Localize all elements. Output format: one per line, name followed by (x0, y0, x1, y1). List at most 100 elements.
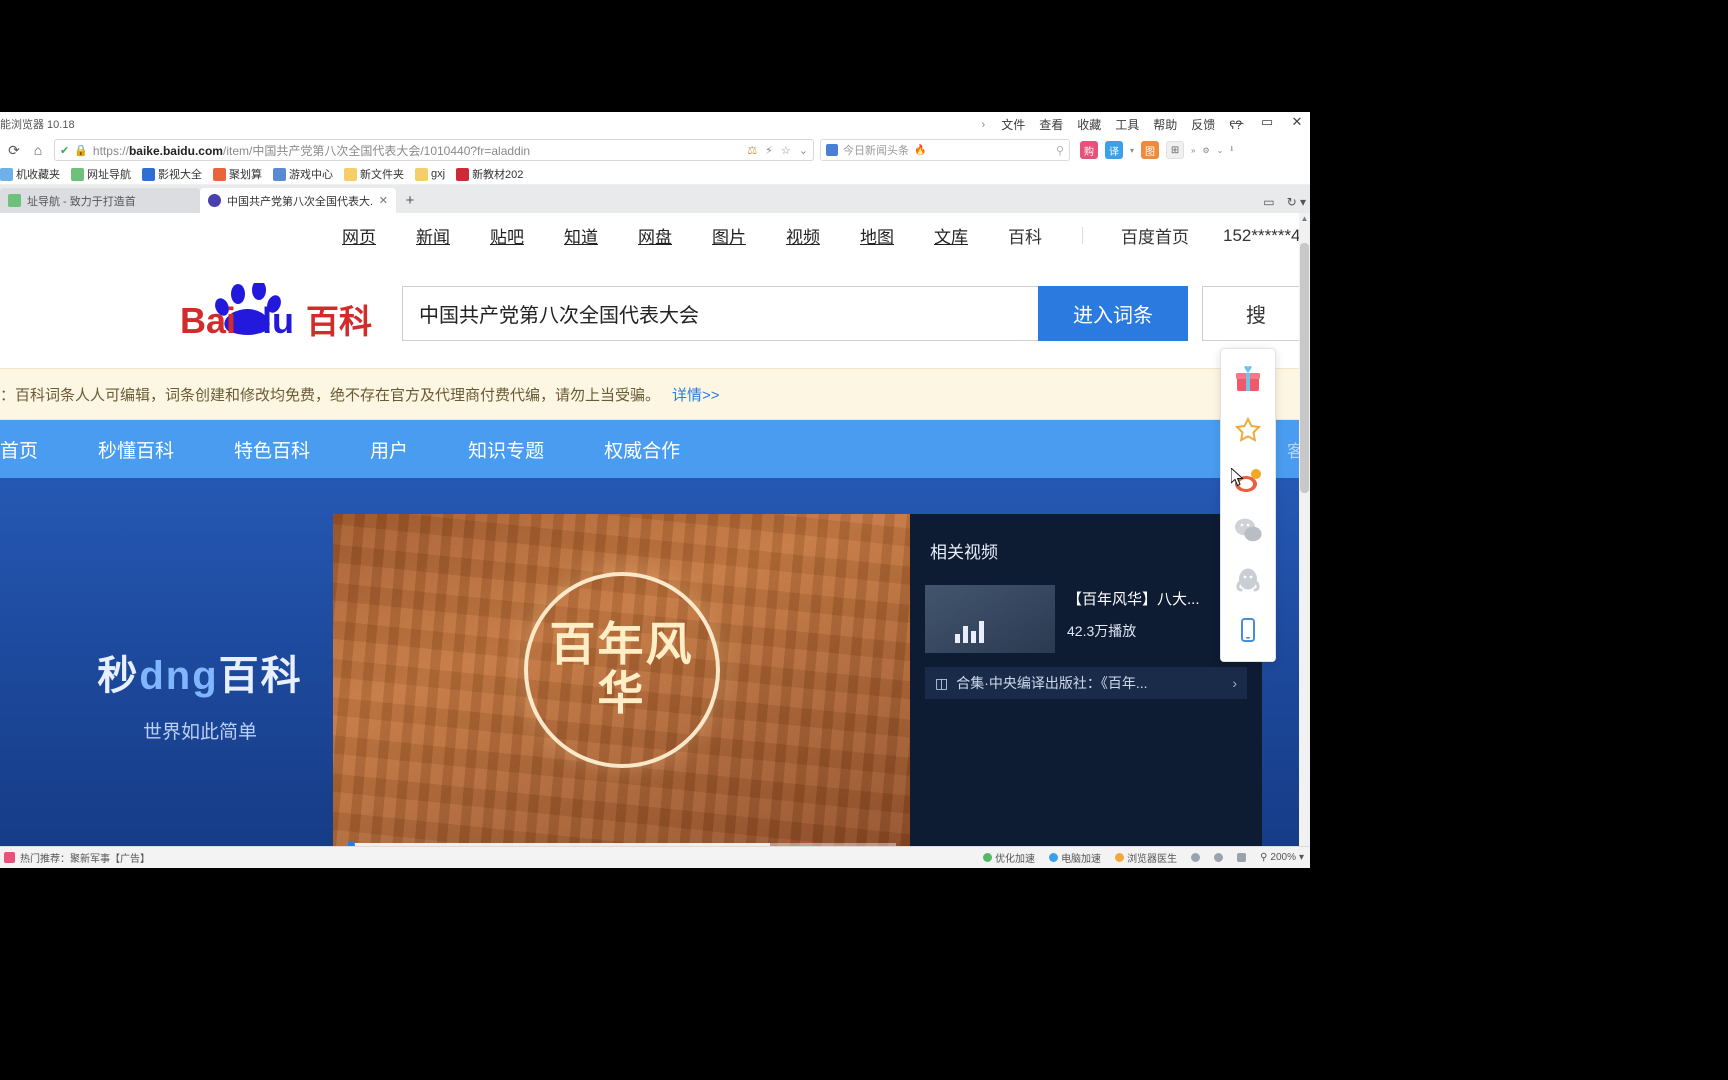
catnav-item-home[interactable]: 首页 (0, 436, 38, 463)
bookmark-label: 游戏中心 (289, 169, 333, 181)
catnav-item-miaodong[interactable]: 秒懂百科 (98, 436, 174, 463)
baike-search-zone: Bai du 百科 进入词条 搜 (0, 258, 1310, 368)
translate-icon[interactable]: 译 (1105, 141, 1123, 159)
qq-icon[interactable] (1224, 555, 1272, 605)
bookmark-item-6[interactable]: gxj (415, 167, 445, 181)
status-item-optimize[interactable]: 优化加速 (983, 850, 1035, 865)
bookmark-item-0[interactable]: 机收藏夹 (0, 166, 60, 182)
restore-tab-icon[interactable]: ↻ ▾ (1287, 195, 1306, 209)
nav-link-images[interactable]: 图片 (712, 223, 746, 248)
chevron-down-icon[interactable]: ⌄ (799, 144, 808, 157)
gear-icon[interactable]: ⚙ (1202, 146, 1209, 155)
bookmark-label: 聚划算 (229, 169, 262, 181)
video-thumbnail[interactable] (925, 585, 1055, 653)
news-icon (826, 144, 838, 156)
status-item-security[interactable] (1191, 853, 1201, 862)
maximize-button[interactable]: ▭ (1258, 114, 1276, 130)
lock-icon: 🔒 (74, 144, 88, 157)
nav-link-web[interactable]: 网页 (342, 223, 376, 248)
star-icon[interactable] (1224, 405, 1272, 455)
bookmark-favicon (71, 167, 84, 181)
bookmark-favicon (142, 167, 155, 181)
chart-bars-icon (955, 621, 984, 643)
status-item-pc-accel[interactable]: 电脑加速 (1049, 850, 1101, 865)
baike-search-input[interactable] (402, 285, 1038, 341)
baidu-baike-logo[interactable]: Bai du 百科 (180, 283, 380, 343)
menu-item-favorites[interactable]: 收藏 (1077, 116, 1101, 133)
gift-icon[interactable] (1224, 355, 1272, 405)
nav-link-tieba[interactable]: 贴吧 (490, 223, 524, 248)
zoom-caret-icon[interactable]: ▾ (1299, 852, 1304, 863)
video-player[interactable]: 百年风华 [?] ▤▤ (333, 514, 910, 868)
svg-text:Bai: Bai (180, 300, 236, 341)
gift-icon[interactable]: ⚖ (747, 144, 757, 157)
toolbar-search-box[interactable]: 今日新闻头条 🔥 ⚲ (820, 139, 1070, 161)
nav-link-wangpan[interactable]: 网盘 (638, 223, 672, 248)
bookmark-item-2[interactable]: 影视大全 (142, 166, 202, 182)
bookmark-item-3[interactable]: 聚划算 (213, 166, 262, 182)
shopping-icon[interactable]: 购 (1080, 141, 1098, 159)
status-item-window[interactable] (1237, 853, 1247, 862)
user-account-id[interactable]: 152******48 (1223, 226, 1310, 246)
related-video-card[interactable]: 【百年风华】八大... 42.3万播放 ↻ (925, 585, 1247, 653)
menu-item-feedback[interactable]: 反馈 (1191, 116, 1215, 133)
menu-item-help[interactable]: 帮助 (1153, 116, 1177, 133)
nav-link-wenku[interactable]: 文库 (934, 223, 968, 248)
bookmark-favicon (213, 167, 226, 181)
scroll-up-icon[interactable]: ▲ (1299, 213, 1310, 225)
wechat-icon[interactable] (1224, 505, 1272, 555)
close-button[interactable]: ✕ (1288, 114, 1306, 130)
catnav-item-featured[interactable]: 特色百科 (234, 436, 310, 463)
bookmark-item-7[interactable]: 新教材202 (456, 166, 523, 182)
notice-detail-link[interactable]: 详情>> (672, 384, 720, 405)
browser-menubar: › 文件 查看 收藏 工具 帮助 反馈 ʕ? (982, 116, 1242, 133)
tab-list-icon[interactable]: ▭ (1263, 195, 1274, 209)
overflow-icon[interactable]: » (1191, 146, 1195, 155)
catnav-item-topics[interactable]: 知识专题 (468, 436, 544, 463)
nav-link-maps[interactable]: 地图 (860, 223, 894, 248)
address-bar[interactable]: ✔ 🔒 https://baike.baidu.com/item/中国共产党第八… (54, 139, 814, 161)
tab-baike-article[interactable]: 中国共产党第八次全国代表大... ✕ (200, 188, 396, 213)
nav-link-news[interactable]: 新闻 (416, 223, 450, 248)
enter-entry-button[interactable]: 进入词条 (1038, 285, 1188, 341)
mobile-icon[interactable] (1224, 605, 1272, 655)
search-icon[interactable]: ⚲ (1056, 144, 1064, 157)
bookmark-item-5[interactable]: 新文件夹 (344, 166, 404, 182)
status-ad-area[interactable]: 热门推荐：聚新军事【广告】 (0, 850, 150, 865)
star-icon[interactable]: ☆ (781, 144, 791, 157)
menu-item-view[interactable]: 查看 (1039, 116, 1063, 133)
secondary-search-button[interactable]: 搜 (1202, 285, 1310, 341)
nav-link-baidu-home[interactable]: 百度首页 (1121, 223, 1189, 248)
menu-chevron-icon[interactable]: › (982, 119, 986, 131)
tab-close-icon[interactable]: ✕ (379, 194, 388, 207)
tab-navigation-site[interactable]: 址导航 - 致力于打造首 (0, 188, 200, 213)
bolt-icon[interactable]: ⚡ (765, 144, 773, 157)
nav-link-zhidao[interactable]: 知道 (564, 223, 598, 248)
reload-button[interactable]: ⟳ (2, 139, 26, 161)
zoom-control[interactable]: ⚲ 200% ▾ (1260, 852, 1304, 863)
home-button[interactable]: ⌂ (26, 139, 50, 161)
address-bar-icons: ⚖ ⚡ ☆ ⌄ (747, 144, 808, 157)
menu-item-file[interactable]: 文件 (1001, 116, 1025, 133)
scrollbar-thumb[interactable] (1300, 243, 1309, 493)
menu-item-tools[interactable]: 工具 (1115, 116, 1139, 133)
catnav-item-partners[interactable]: 权威合作 (604, 436, 680, 463)
minimize-button[interactable]: — (1228, 115, 1246, 130)
nav-link-baike[interactable]: 百科 (1008, 223, 1042, 248)
status-item-mute[interactable] (1214, 853, 1224, 862)
speaker-icon (1214, 853, 1224, 862)
download-icon[interactable]: ⭳ (1230, 143, 1233, 157)
video-collection-row[interactable]: ◫ 合集·中央编译出版社：《百年... › (925, 667, 1247, 699)
apps-grid-icon[interactable]: ⊞ (1166, 141, 1185, 159)
chevron-right-icon[interactable]: › (1232, 675, 1237, 691)
status-item-doctor[interactable]: 浏览器医生 (1115, 850, 1177, 865)
nav-link-video[interactable]: 视频 (786, 223, 820, 248)
bookmark-item-4[interactable]: 游戏中心 (273, 166, 333, 182)
new-tab-button[interactable]: + (396, 188, 424, 213)
chevron-down-icon-2[interactable]: ⌄ (1217, 146, 1224, 155)
chevron-down-icon[interactable]: ▾ (1130, 146, 1134, 155)
bookmark-item-1[interactable]: 网址导航 (71, 166, 131, 182)
image-icon[interactable]: 图 (1141, 141, 1160, 159)
page-scrollbar[interactable]: ▲ ▼ (1299, 213, 1310, 868)
catnav-item-user[interactable]: 用户 (370, 436, 408, 463)
